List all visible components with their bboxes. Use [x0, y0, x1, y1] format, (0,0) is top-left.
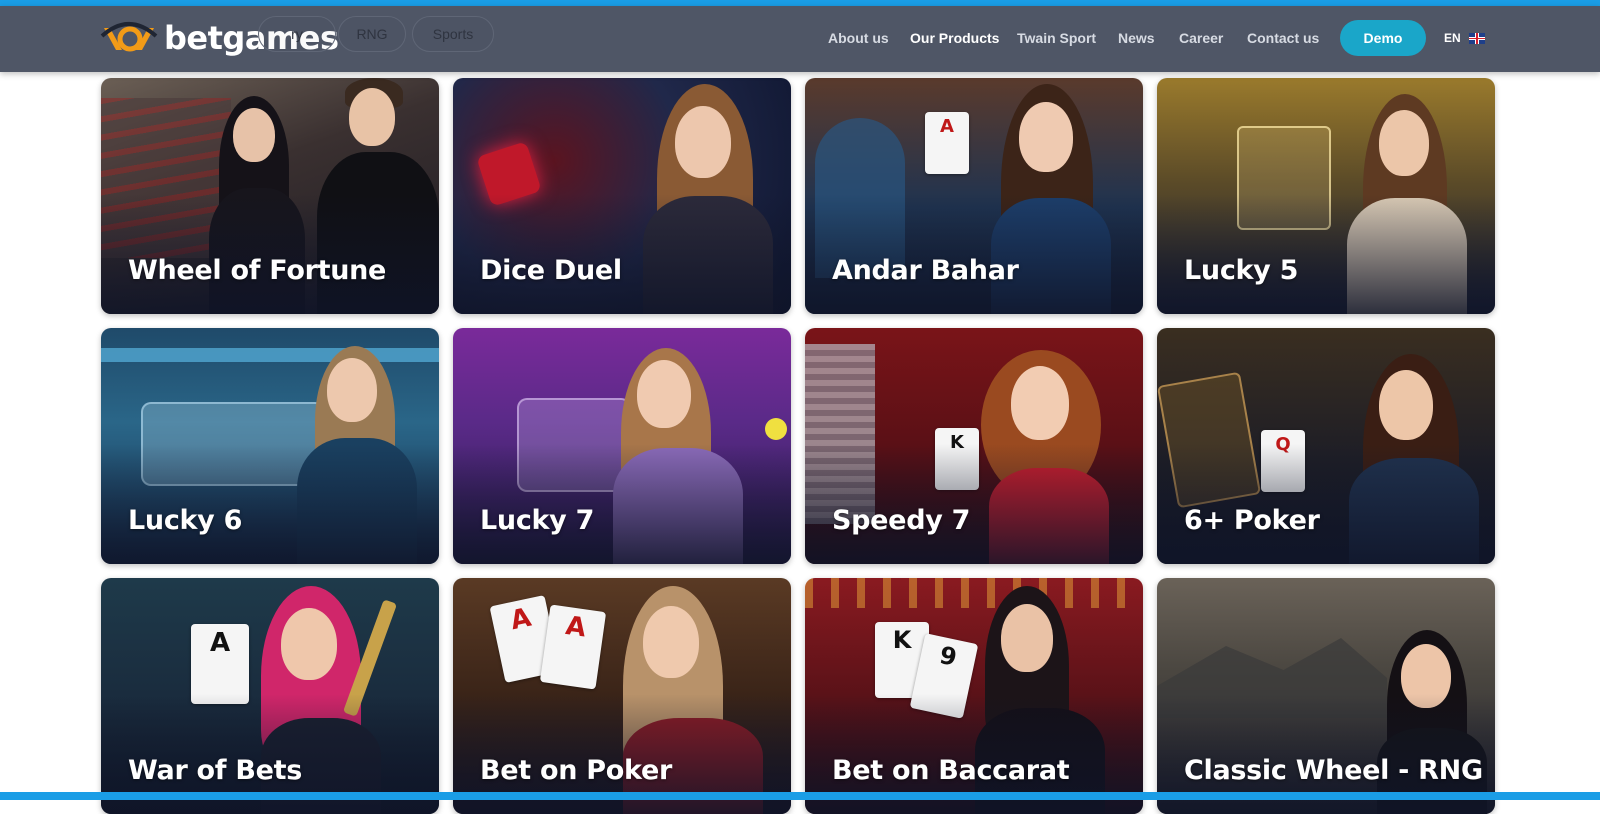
- game-title: 6+ Poker: [1184, 505, 1320, 536]
- game-title: Wheel of Fortune: [128, 255, 387, 286]
- card-graphic: A: [925, 112, 969, 174]
- card-shade: [101, 444, 439, 564]
- subtab-live[interactable]: ry: [258, 16, 336, 52]
- language-code: EN: [1444, 31, 1461, 45]
- card-shade: [1157, 444, 1495, 564]
- uk-flag-icon: [1468, 32, 1485, 44]
- game-title: Lucky 5: [1184, 255, 1299, 286]
- game-card-lucky-5[interactable]: Lucky 5: [1157, 78, 1495, 314]
- game-title: Classic Wheel - RNG: [1184, 755, 1483, 786]
- card-shade: [453, 194, 791, 314]
- nav-twain-sport[interactable]: Twain Sport: [1017, 30, 1096, 46]
- game-card-speedy-7[interactable]: K Speedy 7: [805, 328, 1143, 564]
- card-shade: [805, 444, 1143, 564]
- subtab-sports[interactable]: Sports: [412, 16, 494, 52]
- game-title: Bet on Poker: [480, 755, 672, 786]
- game-title: Andar Bahar: [832, 255, 1019, 286]
- bottom-accent-strip: [0, 792, 1600, 800]
- card-shade: [453, 444, 791, 564]
- demo-button[interactable]: Demo: [1340, 20, 1426, 56]
- language-selector[interactable]: EN: [1444, 31, 1485, 45]
- nav-career[interactable]: Career: [1179, 30, 1223, 46]
- card-shade: [101, 194, 439, 314]
- nav-news[interactable]: News: [1118, 30, 1155, 46]
- betgames-logo-icon: [100, 22, 158, 52]
- game-card-war-of-bets[interactable]: A War of Bets: [101, 578, 439, 814]
- nav-about-us[interactable]: About us: [828, 30, 889, 46]
- game-card-6-plus-poker[interactable]: Q 6+ Poker: [1157, 328, 1495, 564]
- game-card-dice-duel[interactable]: Dice Duel: [453, 78, 791, 314]
- nav-contact-us[interactable]: Contact us: [1247, 30, 1319, 46]
- subtab-rng[interactable]: RNG: [338, 16, 406, 52]
- game-title: Bet on Baccarat: [832, 755, 1070, 786]
- game-title: Dice Duel: [480, 255, 622, 286]
- game-card-lucky-6[interactable]: Lucky 6: [101, 328, 439, 564]
- game-title: War of Bets: [128, 755, 303, 786]
- card-graphic: A: [539, 604, 607, 690]
- game-card-classic-wheel-rng[interactable]: Classic Wheel - RNG: [1157, 578, 1495, 814]
- game-card-bet-on-baccarat[interactable]: K 9 Bet on Baccarat: [805, 578, 1143, 814]
- game-card-andar-bahar[interactable]: A Andar Bahar: [805, 78, 1143, 314]
- nav-our-products[interactable]: Our Products: [910, 30, 999, 46]
- game-card-lucky-7[interactable]: Lucky 7: [453, 328, 791, 564]
- site-header: betgames ry RNG Sports About us Our Prod…: [0, 6, 1600, 72]
- game-title: Lucky 6: [128, 505, 243, 536]
- game-card-wheel-of-fortune[interactable]: Wheel of Fortune: [101, 78, 439, 314]
- card-shade: [805, 194, 1143, 314]
- card-shade: [1157, 194, 1495, 314]
- card-graphic: A: [191, 624, 249, 704]
- game-title: Speedy 7: [832, 505, 971, 536]
- game-card-bet-on-poker[interactable]: A A Bet on Poker: [453, 578, 791, 814]
- game-title: Lucky 7: [480, 505, 595, 536]
